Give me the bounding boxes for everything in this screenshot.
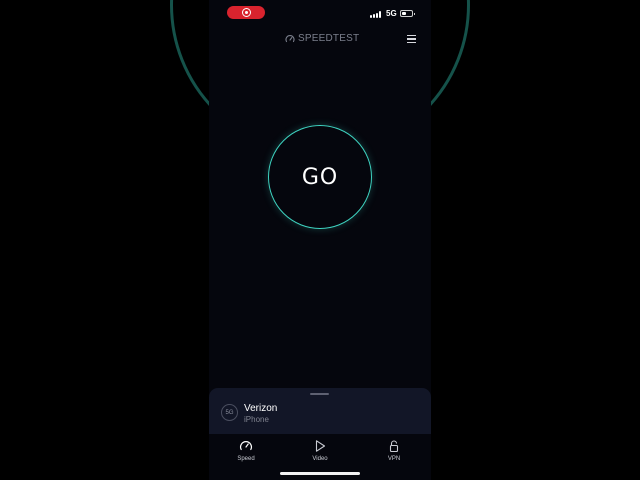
battery-level [402,12,407,15]
speedtest-logo: SPEEDTEST [285,33,359,44]
lock-icon [389,440,399,453]
video-frame: 5G SPEEDTEST GO 5G Verizon iPhone Speed … [0,0,640,480]
provider-name: Verizon [244,403,278,414]
tab-video[interactable]: Video [300,437,340,465]
home-indicator[interactable] [280,472,360,475]
hamburger-menu-icon[interactable] [407,35,416,43]
app-header: SPEEDTEST [209,30,431,50]
device-name: iPhone [244,415,269,424]
network-badge-icon: 5G [221,404,238,421]
status-bar: 5G [209,0,431,26]
sheet-drag-handle[interactable] [310,393,329,395]
tab-speed[interactable]: Speed [226,437,266,465]
battery-icon [400,10,415,17]
go-button-label: GO [301,164,339,190]
phone-screen: 5G SPEEDTEST GO 5G Verizon iPhone Speed … [209,0,431,480]
gauge-icon [285,34,295,42]
cellular-signal-icon [370,11,383,18]
screen-recording-indicator[interactable] [227,6,265,19]
tab-vpn[interactable]: VPN [374,437,414,465]
tab-vpn-label: VPN [387,456,401,462]
tab-speed-label: Speed [237,456,255,462]
tab-video-label: Video [312,456,328,462]
logo-text: SPEEDTEST [298,33,360,44]
play-icon [315,440,326,452]
connection-sheet[interactable]: 5G Verizon iPhone [209,388,431,434]
record-icon [242,8,251,17]
network-type: 5G [386,9,397,18]
go-button[interactable]: GO [268,125,372,229]
speedometer-icon [240,441,252,451]
